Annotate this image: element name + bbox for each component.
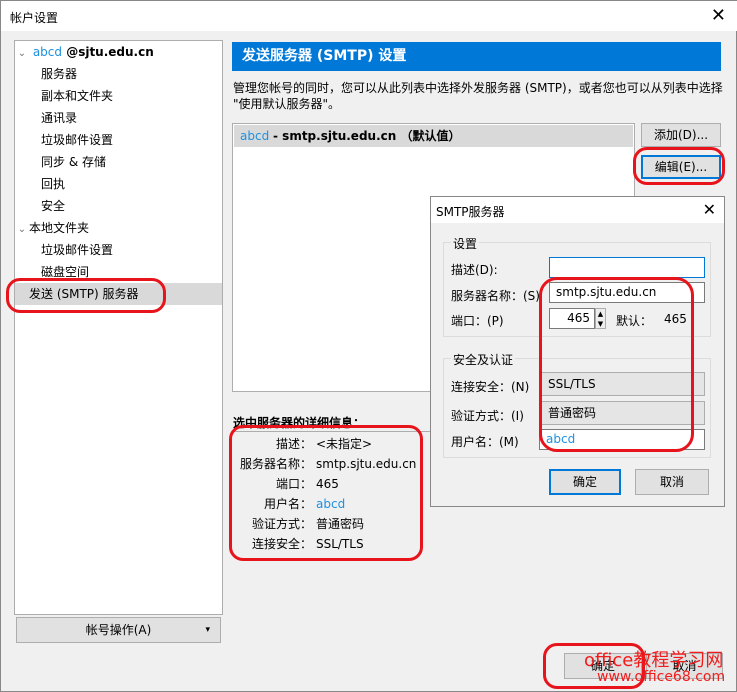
chevron-down-icon[interactable]: ⌄ xyxy=(15,43,29,65)
tree-local-folders[interactable]: ⌄ 本地文件夹 xyxy=(15,217,222,239)
tree-item-server[interactable]: 服务器 xyxy=(15,63,222,85)
title-bar xyxy=(1,1,737,31)
add-button[interactable]: 添加(D)... xyxy=(641,123,721,147)
highlight-annotation xyxy=(539,277,694,452)
dialog-cancel-button[interactable]: 取消 xyxy=(635,469,709,495)
account-actions-button[interactable]: 帐号操作(A) ▾ xyxy=(16,617,221,643)
highlight-annotation xyxy=(6,278,166,313)
dialog-ok-button[interactable]: 确定 xyxy=(549,469,621,495)
description-input[interactable] xyxy=(549,257,705,278)
dialog-title: SMTP服务器 xyxy=(436,205,505,219)
window-title: 帐户设置 xyxy=(10,11,59,25)
list-item[interactable]: abcd - smtp.sjtu.edu.cn （默认值） xyxy=(234,125,633,147)
tree-item-copies[interactable]: 副本和文件夹 xyxy=(15,85,222,107)
chevron-down-icon[interactable]: ⌄ xyxy=(15,219,29,241)
page-title: 发送服务器 (SMTP) 设置 xyxy=(232,42,721,71)
tree-item-security[interactable]: 安全 xyxy=(15,195,222,217)
tree-item-junk[interactable]: 垃圾邮件设置 xyxy=(15,129,222,151)
account-tree[interactable]: ⌄ abcd @sjtu.edu.cn 服务器 副本和文件夹 通讯录 垃圾邮件设… xyxy=(14,40,223,615)
tree-item-sync[interactable]: 同步 & 存储 xyxy=(15,151,222,173)
highlight-annotation xyxy=(229,425,423,561)
tree-item-addressbook[interactable]: 通讯录 xyxy=(15,107,222,129)
close-icon[interactable]: ✕ xyxy=(703,200,716,219)
dropdown-arrow-icon: ▾ xyxy=(205,625,210,635)
tree-item-local-junk[interactable]: 垃圾邮件设置 xyxy=(15,239,222,261)
close-icon[interactable]: ✕ xyxy=(711,5,726,26)
watermark-url: www.office68.com xyxy=(597,669,726,685)
tree-item-receipts[interactable]: 回执 xyxy=(15,173,222,195)
tree-account[interactable]: ⌄ abcd @sjtu.edu.cn xyxy=(15,41,222,63)
description: 管理您帐号的同时，您可以从此列表中选择外发服务器 (SMTP)，或者您也可以从列… xyxy=(233,81,723,111)
highlight-annotation xyxy=(633,147,725,185)
